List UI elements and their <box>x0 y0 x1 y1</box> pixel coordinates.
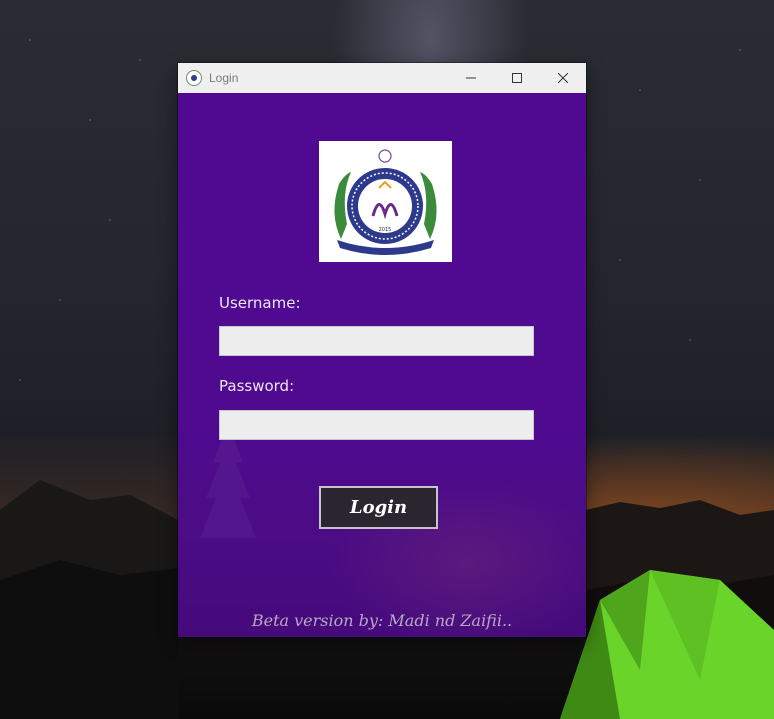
background-tree-silhouette <box>200 423 256 538</box>
desktop-wallpaper: Login 2015 Username: Password: Login Bet… <box>0 0 774 719</box>
minimize-button[interactable] <box>448 63 494 93</box>
university-crest-icon <box>186 70 202 86</box>
close-icon <box>558 73 568 83</box>
close-button[interactable] <box>540 63 586 93</box>
password-input[interactable] <box>219 410 534 440</box>
maximize-icon <box>512 73 522 83</box>
login-button[interactable]: Login <box>319 486 438 529</box>
window-controls <box>448 63 586 93</box>
footer-credit: Beta version by: Madi nd Zaifii.. <box>251 611 513 630</box>
logo-year: 2015 <box>379 227 392 233</box>
university-logo: 2015 <box>319 141 452 262</box>
username-input[interactable] <box>219 326 534 356</box>
login-window: Login 2015 Username: Password: Login Bet… <box>178 63 586 637</box>
university-crest-icon: 2015 <box>334 149 437 255</box>
window-title: Login <box>209 71 239 85</box>
maximize-button[interactable] <box>494 63 540 93</box>
username-label: Username: <box>219 294 301 312</box>
login-panel: 2015 Username: Password: Login Beta vers… <box>178 93 586 637</box>
title-bar[interactable]: Login <box>178 63 586 93</box>
minimize-icon <box>466 77 476 79</box>
password-label: Password: <box>219 377 295 395</box>
